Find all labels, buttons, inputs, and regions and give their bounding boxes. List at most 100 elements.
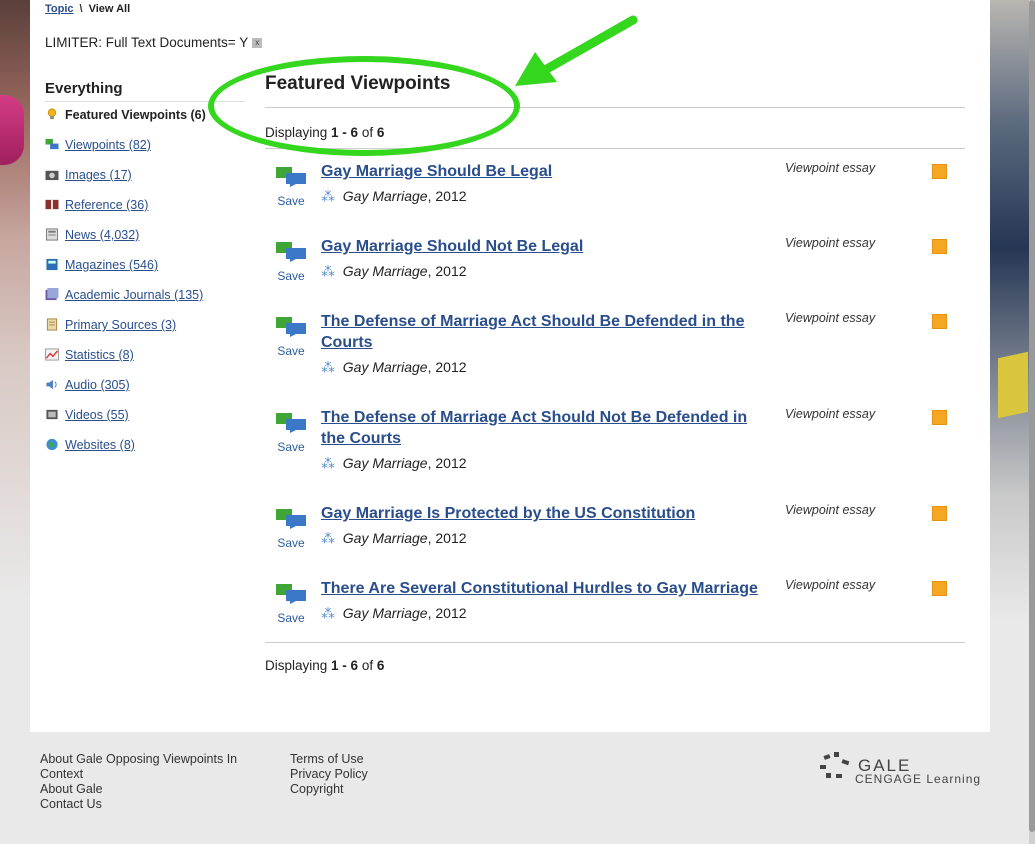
breadcrumb-current: View All [88, 3, 131, 15]
limiter: LIMITER: Full Text Documents= Yx [45, 35, 263, 50]
scrollbar-thumb[interactable] [1029, 0, 1035, 832]
footer-link-privacy[interactable]: Privacy Policy [290, 767, 490, 782]
journal-icon [45, 288, 59, 301]
video-icon [46, 409, 58, 420]
footer-link-about-opposing-viewpoints[interactable]: About Gale Opposing Viewpoints In Contex… [40, 752, 260, 782]
sidebar-item-primary-sources[interactable]: Primary Sources (3) [45, 318, 245, 348]
list-item: Save The Defense of Marriage Act Should … [265, 407, 965, 503]
status-flag-icon [932, 314, 947, 329]
gale-logo-icon [820, 752, 850, 778]
sidebar-item-viewpoints[interactable]: Viewpoints (82) [45, 138, 245, 168]
sidebar-item-label[interactable]: Magazines (546) [65, 258, 158, 272]
chart-icon [45, 348, 59, 361]
status-flag-icon [932, 410, 947, 425]
spinner-icon: ⁂ [321, 188, 335, 204]
spinner-icon: ⁂ [321, 455, 335, 471]
result-title-link[interactable]: The Defense of Marriage Act Should Not B… [321, 407, 761, 449]
result-source: ⁂ Gay Marriage, 2012 [321, 359, 467, 375]
sidebar-item-statistics[interactable]: Statistics (8) [45, 348, 245, 378]
footer-link-about-gale[interactable]: About Gale [40, 782, 260, 797]
save-button[interactable]: Save [275, 165, 307, 208]
sidebar-item-label[interactable]: Primary Sources (3) [65, 318, 176, 332]
sidebar-item-label[interactable]: Videos (55) [65, 408, 129, 422]
lightbulb-icon [47, 108, 57, 120]
sidebar-item-label: Featured Viewpoints (6) [65, 108, 206, 122]
footer-link-terms[interactable]: Terms of Use [290, 752, 490, 767]
save-chat-icon [276, 167, 306, 187]
sidebar-item-academic-journals[interactable]: Academic Journals (135) [45, 288, 245, 318]
sidebar-item-label[interactable]: Websites (8) [65, 438, 135, 452]
save-button[interactable]: Save [275, 507, 307, 550]
sidebar-item-magazines[interactable]: Magazines (546) [45, 258, 245, 288]
sidebar-item-label[interactable]: Viewpoints (82) [65, 138, 151, 152]
save-chat-icon [276, 242, 306, 262]
breadcrumb-topic-link[interactable]: Topic [45, 3, 74, 15]
save-button[interactable]: Save [275, 411, 307, 454]
status-flag-icon [932, 239, 947, 254]
background-photo-left [0, 0, 30, 600]
list-item: Save Gay Marriage Should Be Legal ⁂ Gay … [265, 161, 965, 236]
breadcrumb: Topic \ View All [45, 3, 130, 15]
remove-limiter-button[interactable]: x [252, 38, 263, 49]
result-title-link[interactable]: There Are Several Constitutional Hurdles… [321, 578, 761, 599]
save-label: Save [277, 536, 305, 550]
gale-cengage-logo: GALE CENGAGE Learning [820, 752, 981, 786]
sidebar-item-label[interactable]: Audio (305) [65, 378, 130, 392]
status-flag-icon [932, 581, 947, 596]
limiter-text: LIMITER: Full Text Documents= Y [45, 35, 249, 50]
sidebar-item-reference[interactable]: Reference (36) [45, 198, 245, 228]
results-content: Featured Viewpoints Displaying 1 - 6 of … [265, 70, 965, 681]
logo-tagline: CENGAGE Learning [855, 772, 982, 786]
magazine-icon [46, 258, 58, 271]
list-item: Save There Are Several Constitutional Hu… [265, 578, 965, 642]
displaying-count-bottom: Displaying 1 - 6 of 6 [265, 642, 965, 681]
save-chat-icon [276, 509, 306, 529]
footer-link-contact-us[interactable]: Contact Us [40, 797, 260, 812]
annotation-arrow [515, 15, 638, 86]
result-source: ⁂ Gay Marriage, 2012 [321, 188, 467, 204]
list-item: Save The Defense of Marriage Act Should … [265, 311, 965, 407]
sidebar: Everything Featured Viewpoints (6) Viewp… [45, 80, 245, 468]
book-icon [45, 199, 59, 210]
status-flag-icon [932, 506, 947, 521]
result-title-link[interactable]: Gay Marriage Is Protected by the US Cons… [321, 503, 761, 524]
result-type: Viewpoint essay [785, 236, 876, 250]
list-item: Save Gay Marriage Is Protected by the US… [265, 503, 965, 578]
speaker-icon [46, 379, 57, 390]
breadcrumb-separator: \ [79, 3, 83, 15]
result-title-link[interactable]: Gay Marriage Should Be Legal [321, 161, 761, 182]
save-chat-icon [276, 413, 306, 433]
result-source: ⁂ Gay Marriage, 2012 [321, 605, 467, 621]
spinner-icon: ⁂ [321, 359, 335, 375]
spinner-icon: ⁂ [321, 605, 335, 621]
footer-link-copyright[interactable]: Copyright [290, 782, 490, 797]
result-title-link[interactable]: Gay Marriage Should Not Be Legal [321, 236, 761, 257]
newspaper-icon [45, 228, 59, 241]
result-source: ⁂ Gay Marriage, 2012 [321, 530, 467, 546]
sidebar-item-label[interactable]: Images (17) [65, 168, 132, 182]
sidebar-item-label[interactable]: News (4,032) [65, 228, 139, 242]
viewpoints-icon [45, 138, 59, 150]
status-flag-icon [932, 164, 947, 179]
globe-icon [46, 438, 58, 451]
sidebar-item-audio[interactable]: Audio (305) [45, 378, 245, 408]
result-title-link[interactable]: The Defense of Marriage Act Should Be De… [321, 311, 761, 353]
save-button[interactable]: Save [275, 582, 307, 625]
save-label: Save [277, 440, 305, 454]
sidebar-item-websites[interactable]: Websites (8) [45, 438, 245, 468]
footer-column-legal: Terms of Use Privacy Policy Copyright [290, 752, 490, 797]
save-label: Save [277, 344, 305, 358]
save-button[interactable]: Save [275, 315, 307, 358]
sidebar-item-label[interactable]: Academic Journals (135) [65, 288, 203, 302]
save-label: Save [277, 269, 305, 283]
scrollbar[interactable] [1029, 0, 1035, 844]
camera-icon [45, 170, 59, 181]
save-chat-icon [276, 584, 306, 604]
save-button[interactable]: Save [275, 240, 307, 283]
footer-column-about: About Gale Opposing Viewpoints In Contex… [40, 752, 260, 812]
sidebar-item-label[interactable]: Statistics (8) [65, 348, 134, 362]
sidebar-item-label[interactable]: Reference (36) [65, 198, 148, 212]
sidebar-item-images[interactable]: Images (17) [45, 168, 245, 198]
sidebar-item-news[interactable]: News (4,032) [45, 228, 245, 258]
sidebar-item-videos[interactable]: Videos (55) [45, 408, 245, 438]
